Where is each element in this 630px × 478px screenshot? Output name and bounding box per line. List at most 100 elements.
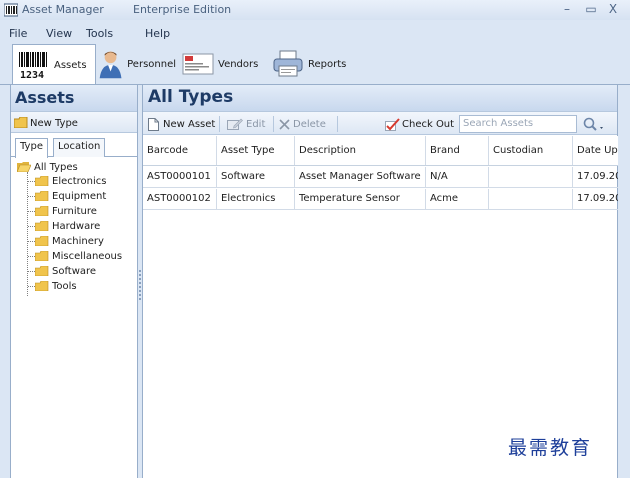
cell-custodian (489, 167, 573, 187)
new-asset-button[interactable]: New Asset (148, 116, 215, 132)
tree-item-equipment[interactable]: Equipment (35, 189, 106, 203)
menu-file[interactable]: File (9, 27, 27, 40)
folder-icon (35, 281, 49, 291)
cell-description: Temperature Sensor (295, 189, 426, 209)
menu-view[interactable]: View (46, 27, 72, 40)
vendor-card-icon (182, 53, 214, 75)
module-tab-reports-label: Reports (308, 58, 347, 70)
open-folder-icon (17, 162, 31, 172)
types-pane-title: All Types (143, 85, 617, 111)
tree-item-miscellaneous[interactable]: Miscellaneous (35, 249, 122, 263)
module-tab-personnel-label: Personnel (127, 58, 176, 70)
new-document-icon (148, 117, 159, 131)
module-tab-assets[interactable]: 1234 Assets (12, 44, 96, 85)
tree-item-furniture[interactable]: Furniture (35, 204, 97, 218)
maximize-button[interactable]: ▭ (582, 1, 600, 17)
printer-icon (273, 50, 303, 77)
folder-icon (35, 236, 49, 246)
new-folder-icon (13, 116, 28, 129)
tree-item-hardware[interactable]: Hardware (35, 219, 100, 233)
tree-item-label: Electronics (52, 175, 107, 187)
check-out-button[interactable]: Check Out (385, 116, 454, 132)
column-header-date-updated[interactable]: Date Up (573, 136, 618, 165)
module-tabs: 1234 Assets Personnel Vendors Reports (6, 44, 630, 85)
folder-icon (35, 221, 49, 231)
menu-tools[interactable]: Tools (86, 27, 113, 40)
tree-connector (27, 172, 28, 296)
delete-label: Delete (293, 118, 326, 130)
cell-brand: Acme (426, 189, 489, 209)
tree-item-label: Hardware (52, 220, 101, 232)
cell-asset-type: Software (217, 167, 295, 187)
tree-item-tools[interactable]: Tools (35, 279, 77, 293)
check-out-label: Check Out (402, 118, 455, 130)
module-tab-vendors[interactable]: Vendors (178, 44, 262, 84)
column-header-brand[interactable]: Brand (426, 136, 489, 165)
tree-item-label: Tools (52, 280, 77, 292)
folder-icon (35, 251, 49, 261)
barcode-icon: 1234 (19, 52, 47, 80)
edit-button[interactable]: Edit (227, 116, 265, 132)
search-icon (583, 117, 603, 131)
cell-barcode: AST0000101 (143, 167, 217, 187)
tree-item-label: Furniture (52, 205, 97, 217)
cell-date-updated: 17.09.20 (577, 193, 618, 204)
tree-item-label: Machinery (52, 235, 104, 247)
check-icon (385, 117, 400, 131)
module-tab-reports[interactable]: Reports (272, 44, 352, 84)
app-window: Asset Manager Enterprise Edition – ▭ X F… (0, 0, 630, 478)
cell-asset-type: Electronics (217, 189, 295, 209)
close-button[interactable]: X (604, 1, 622, 17)
tree-item-electronics[interactable]: Electronics (35, 174, 107, 188)
tab-location[interactable]: Location (53, 138, 106, 157)
delete-button[interactable]: Delete (279, 116, 326, 132)
new-asset-label: New Asset (163, 118, 216, 130)
delete-x-icon (279, 118, 290, 130)
pane-subtabs: Type Location (11, 137, 137, 158)
tree-root[interactable]: All Types (17, 160, 78, 174)
folder-icon (35, 266, 49, 276)
watermark-text: 最需教育 (508, 437, 593, 459)
edit-icon (227, 118, 243, 130)
app-title: Asset Manager (22, 3, 104, 16)
minimize-button[interactable]: – (558, 1, 576, 17)
assets-pane-title: Assets (11, 85, 137, 111)
splitter-grip[interactable] (139, 270, 141, 300)
module-tab-assets-label: Assets (54, 59, 87, 71)
folder-icon (35, 206, 49, 216)
edition-label: Enterprise Edition (133, 3, 232, 16)
title-bar[interactable]: Asset Manager Enterprise Edition – ▭ X (0, 0, 630, 20)
menu-bar: File View Tools Help (0, 22, 630, 44)
asset-toolbar: New Asset Edit Delete Check Out Search A… (143, 111, 617, 135)
toolbar-separator (219, 116, 220, 132)
search-button[interactable] (579, 115, 605, 133)
types-pane: All Types New Asset Edit Delete Check Ou… (142, 85, 618, 478)
folder-icon (35, 191, 49, 201)
new-type-button[interactable]: New Type (11, 111, 137, 133)
edit-label: Edit (246, 118, 266, 130)
person-icon (99, 51, 122, 79)
toolbar-separator (337, 116, 338, 132)
cell-custodian (489, 189, 573, 209)
tree-item-label: Miscellaneous (52, 250, 123, 262)
search-input[interactable]: Search Assets (459, 115, 577, 133)
module-tab-personnel[interactable]: Personnel (98, 44, 176, 84)
tree-item-label: Software (52, 265, 97, 277)
column-header-asset-type[interactable]: Asset Type (217, 136, 295, 165)
module-tab-vendors-label: Vendors (218, 58, 259, 70)
folder-icon (35, 176, 49, 186)
tree-root-label: All Types (34, 161, 78, 173)
table-row[interactable]: AST0000102 Electronics Temperature Senso… (143, 189, 618, 210)
table-row[interactable]: AST0000101 Software Asset Manager Softwa… (143, 167, 618, 188)
tree-item-machinery[interactable]: Machinery (35, 234, 104, 248)
menu-help[interactable]: Help (145, 27, 170, 40)
assets-pane: Assets New Type Type Location All Types … (10, 85, 138, 478)
cell-barcode: AST0000102 (143, 189, 217, 209)
grid-header: Barcode Asset Type Description Brand Cus… (143, 136, 618, 166)
column-header-barcode[interactable]: Barcode (143, 136, 217, 165)
column-header-custodian[interactable]: Custodian (489, 136, 573, 165)
tree-item-software[interactable]: Software (35, 264, 96, 278)
column-header-description[interactable]: Description (295, 136, 426, 165)
cell-date-updated: 17.09.20 (577, 171, 618, 182)
tab-type[interactable]: Type (15, 138, 48, 158)
